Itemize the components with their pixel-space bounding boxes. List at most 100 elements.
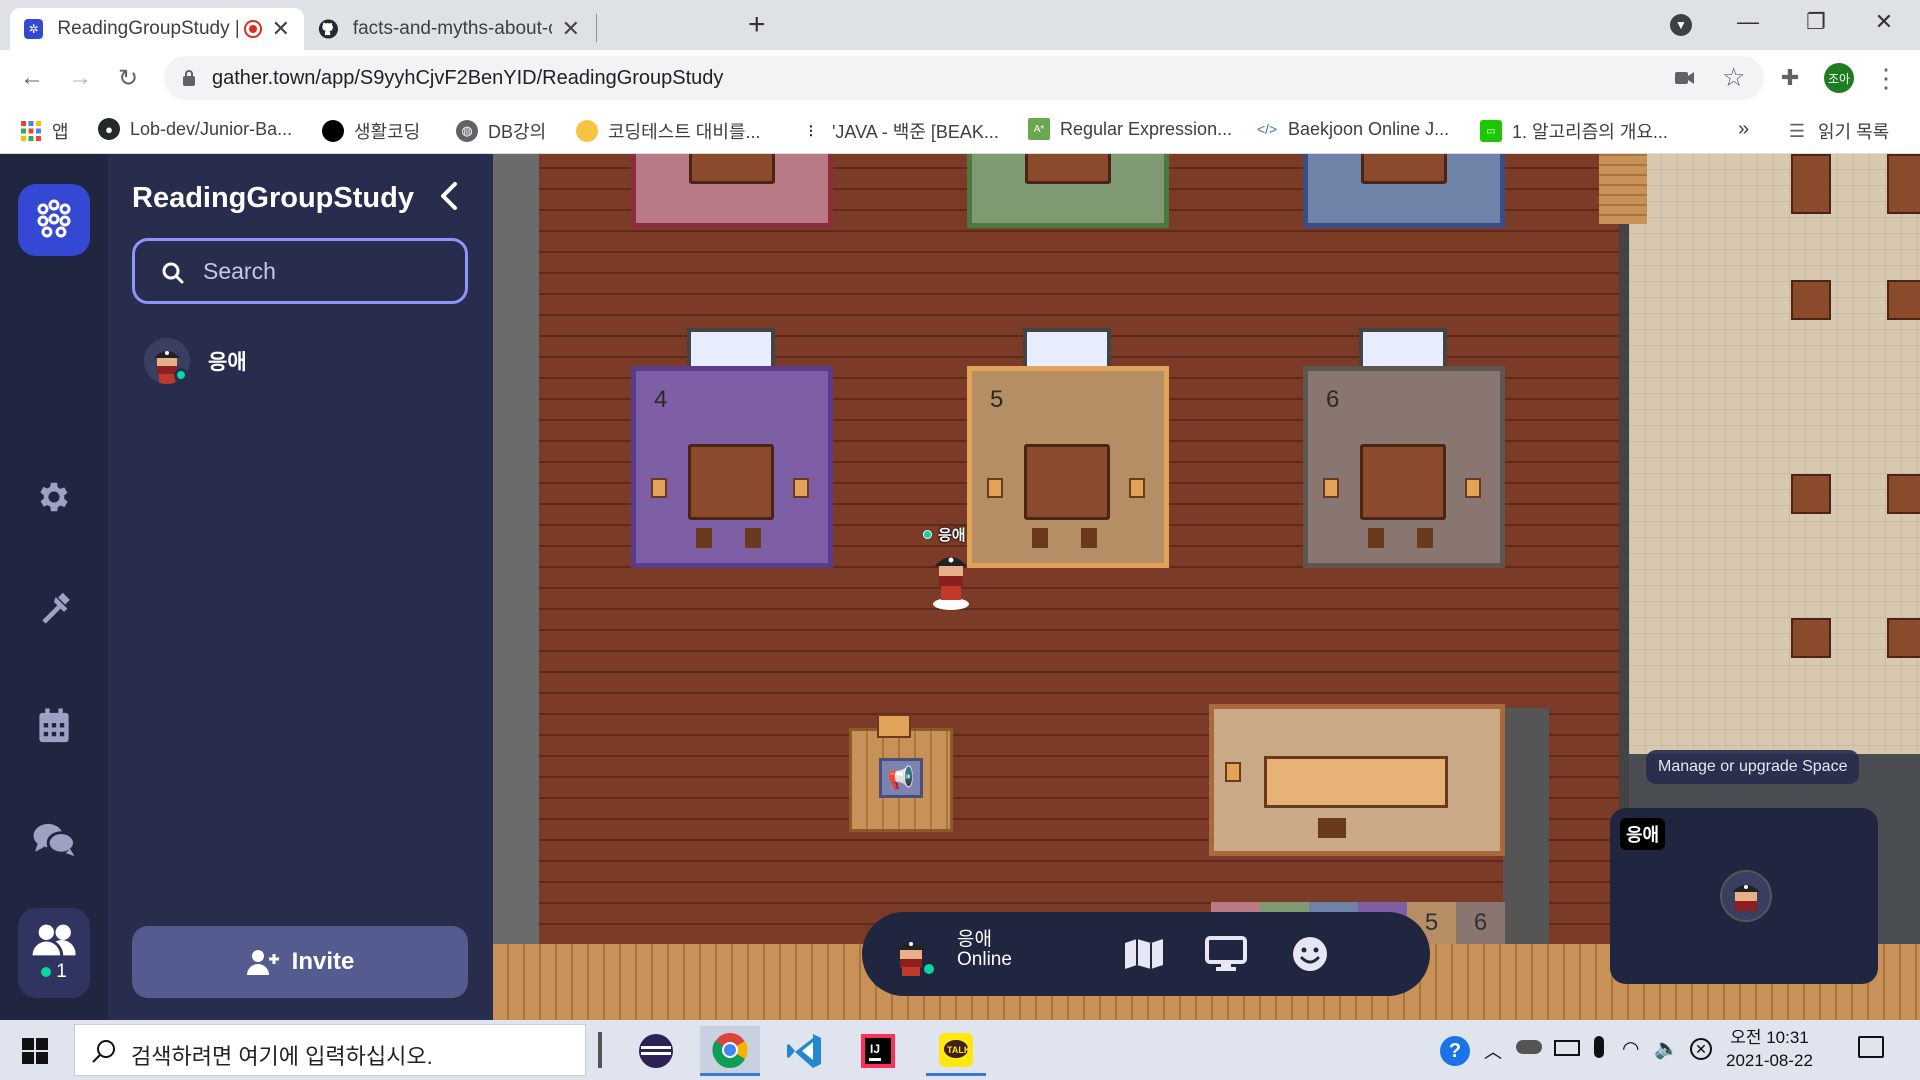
participants-button[interactable]: 1 [18, 908, 90, 998]
bookmark-label: 코딩테스트 대비를... [608, 122, 761, 142]
map-button[interactable] [1120, 932, 1168, 976]
bookmarks-bar: 앱 ● Lob-dev/Junior-Ba... 생활코딩 ◍ DB강의 코딩테… [0, 106, 1920, 154]
bookmark-label: Lob-dev/Junior-Ba... [130, 118, 293, 139]
minimize-button[interactable]: — [1718, 0, 1778, 44]
camera-blocked-icon[interactable] [1674, 69, 1696, 87]
tab-strip: ✲ ReadingGroupStudy | Gather ✕ facts-and… [0, 0, 1920, 50]
chair [1323, 478, 1339, 498]
restore-button[interactable]: ❐ [1786, 0, 1846, 44]
clock[interactable]: 오전 10:31 2021-08-22 [1726, 1026, 1813, 1072]
player-avatar[interactable] [927, 546, 975, 610]
online-status-dot [923, 530, 932, 539]
windows-start-icon[interactable] [22, 1038, 48, 1064]
gather-favicon-icon: ✲ [24, 19, 44, 39]
battery-icon[interactable] [1554, 1040, 1580, 1056]
reading-list-button[interactable]: ☰ 읽기 목록 [1786, 118, 1889, 144]
screen-share-button[interactable] [1202, 932, 1250, 976]
gather-logo-button[interactable] [18, 184, 90, 256]
calendar-icon [39, 708, 69, 743]
megaphone-icon[interactable]: 📢 [879, 758, 923, 798]
bookmark-star-icon[interactable]: ☆ [1722, 62, 1745, 93]
menu-icon[interactable]: ⋮ [1870, 62, 1902, 94]
chrome-icon [712, 1032, 748, 1068]
bookmark-apps[interactable]: 앱 [20, 118, 69, 144]
tab-gather[interactable]: ✲ ReadingGroupStudy | Gather ✕ [10, 8, 304, 50]
emote-button[interactable] [1286, 932, 1334, 976]
globe-icon: ◍ [456, 120, 478, 142]
video-tile[interactable]: 응애 [1610, 808, 1878, 984]
table [689, 154, 775, 184]
network-disconnected-icon[interactable]: ✕ [1690, 1038, 1712, 1060]
collapse-panel-button[interactable] [438, 180, 460, 220]
help-icon[interactable]: ? [1440, 1036, 1470, 1066]
chat-button[interactable] [18, 804, 90, 876]
back-icon[interactable]: ← [16, 62, 48, 94]
tab-close-button[interactable]: ✕ [562, 16, 580, 42]
tray-overflow-icon[interactable]: ︿ [1484, 1038, 1502, 1064]
member-row[interactable]: 응애 [144, 336, 247, 386]
reload-icon[interactable]: ↻ [112, 62, 144, 94]
user-name-status[interactable]: 응애 Online [957, 930, 1012, 970]
map-canvas[interactable]: 4 5 6 📢 5 6 응애 Manage or upgrade Space 응… [493, 154, 1920, 1020]
bookmark-baekjoon[interactable]: </> Baekjoon Online J... [1256, 118, 1449, 140]
bookmark-label: Baekjoon Online J... [1288, 118, 1450, 139]
new-tab-button[interactable]: + [748, 8, 766, 42]
close-window-button[interactable]: ✕ [1854, 0, 1914, 44]
smiley-icon [1293, 937, 1327, 971]
online-status-dot [922, 962, 936, 976]
tab-title: facts-and-myths-about-oo/week [352, 18, 552, 39]
bookmark-junior-backend[interactable]: ● Lob-dev/Junior-Ba... [98, 118, 292, 140]
wifi-icon[interactable]: ◠ [1622, 1036, 1639, 1061]
tab-github[interactable]: facts-and-myths-about-oo/week ✕ [304, 8, 594, 50]
bookmark-java-baekjoon[interactable]: ⁝ 'JAVA - 백준 [BEAK... [800, 118, 999, 144]
chair [1081, 528, 1097, 548]
notification-icon[interactable] [1858, 1036, 1884, 1058]
reading-list-icon: ☰ [1788, 120, 1806, 141]
eclipse-icon [639, 1034, 673, 1068]
bookmark-label: Regular Expression... [1060, 118, 1233, 139]
kakaotalk-app[interactable]: TALK [926, 1026, 986, 1076]
build-button[interactable] [18, 576, 90, 648]
address-bar[interactable]: gather.town/app/S9yyhCjvF2BenYID/Reading… [164, 56, 1764, 100]
microphone-icon[interactable] [1594, 1036, 1604, 1058]
vscode-app[interactable] [774, 1026, 834, 1076]
svg-text:TALK: TALK [947, 1045, 971, 1055]
bookmark-saenghwal-coding[interactable]: 생활코딩 [322, 118, 420, 144]
calendar-button[interactable] [18, 690, 90, 762]
forward-icon[interactable]: → [64, 62, 96, 94]
table [1360, 444, 1446, 520]
invite-button[interactable]: Invite [132, 926, 468, 998]
chair [1129, 478, 1145, 498]
legend-number-6: 6 [1456, 902, 1505, 944]
video-avatar [1720, 870, 1772, 922]
tab-search-icon[interactable]: ▼ [1670, 14, 1692, 36]
bookmark-coding-test[interactable]: 코딩테스트 대비를... [576, 118, 760, 144]
url-text: gather.town/app/S9yyhCjvF2BenYID/Reading… [212, 67, 724, 89]
eclipse-app[interactable] [626, 1026, 686, 1076]
wall [493, 154, 539, 974]
manage-space-tooltip[interactable]: Manage or upgrade Space [1646, 750, 1860, 784]
settings-button[interactable] [18, 461, 90, 533]
search-input[interactable] [203, 257, 453, 285]
bookmark-regex[interactable]: A* Regular Expression... [1028, 118, 1232, 140]
bookmarks-overflow-button[interactable]: » [1738, 118, 1749, 141]
dots-icon: ⁝ [808, 120, 814, 141]
search-box[interactable] [132, 238, 468, 304]
corridor-table [1887, 280, 1920, 320]
intellij-app[interactable]: IJ [848, 1026, 908, 1076]
table [688, 444, 774, 520]
onedrive-icon[interactable] [1516, 1040, 1542, 1054]
tab-separator [596, 14, 597, 42]
extensions-icon[interactable]: ✚ [1774, 62, 1806, 94]
hammer-icon [42, 592, 70, 624]
chrome-app[interactable] [700, 1026, 760, 1076]
tab-close-button[interactable]: ✕ [272, 16, 290, 42]
volume-icon[interactable]: 🔈 [1654, 1036, 1679, 1061]
yellow-circle-icon [576, 120, 598, 142]
bookmark-algorithm[interactable]: ▭ 1. 알고리즘의 개요... [1480, 118, 1668, 144]
taskbar-search[interactable]: 검색하려면 여기에 입력하십시오. [74, 1024, 586, 1076]
task-view-icon[interactable] [598, 1032, 602, 1068]
vscode-icon [787, 1034, 821, 1068]
bookmark-db-lecture[interactable]: ◍ DB강의 [456, 118, 546, 144]
profile-avatar[interactable]: 조아 [1824, 63, 1854, 93]
